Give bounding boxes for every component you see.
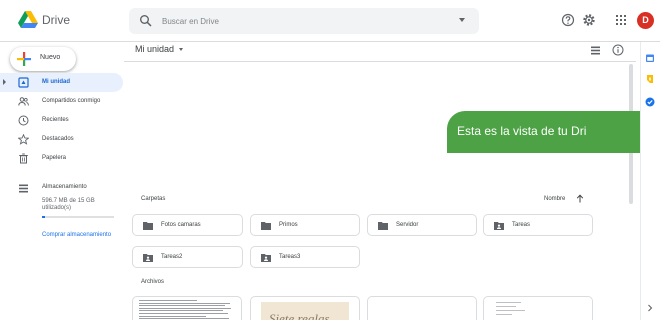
folder-card[interactable]: Tareas bbox=[483, 214, 593, 236]
shared-folder-icon bbox=[143, 254, 153, 262]
app-title[interactable]: Drive bbox=[42, 13, 70, 27]
tooltip-text: Esta es la vista de tu Dri bbox=[457, 124, 587, 138]
plus-icon bbox=[17, 52, 31, 66]
storage-icon bbox=[19, 184, 28, 193]
folder-name: Tareas2 bbox=[161, 254, 183, 260]
sidebar-item-label: Papelera bbox=[42, 155, 67, 161]
folder-card[interactable]: Primos bbox=[250, 214, 360, 236]
folder-name: Fotos camaras bbox=[161, 222, 201, 228]
list-view-icon[interactable] bbox=[590, 45, 601, 56]
image-thumbnail: Siete reglas bbox=[261, 302, 349, 320]
document-thumbnail bbox=[139, 300, 235, 320]
sort-label[interactable]: Nombre bbox=[544, 196, 565, 202]
folder-card[interactable]: Tareas2 bbox=[132, 246, 243, 268]
keep-icon[interactable] bbox=[645, 74, 655, 84]
storage-bar bbox=[42, 216, 114, 218]
sidebar-nav: Mi unidad Compartidos conmigo Recientes … bbox=[0, 73, 124, 168]
folder-card[interactable]: Servidor bbox=[367, 214, 477, 236]
sidebar-item-label: Destacados bbox=[42, 136, 74, 142]
new-button-label: Nuevo bbox=[40, 54, 61, 61]
search-input[interactable] bbox=[162, 12, 432, 30]
search-icon[interactable] bbox=[139, 14, 153, 28]
sidebar-item-starred[interactable]: Destacados bbox=[0, 130, 123, 149]
divider bbox=[124, 61, 636, 62]
search-box[interactable] bbox=[129, 8, 479, 34]
folders-section-label: Carpetas bbox=[141, 196, 166, 202]
search-options-icon[interactable] bbox=[459, 18, 465, 22]
info-icon[interactable] bbox=[612, 44, 624, 56]
folder-card[interactable]: Fotos camaras bbox=[132, 214, 243, 236]
file-card[interactable]: Siete reglas bbox=[250, 296, 360, 320]
storage-bar-fill bbox=[42, 216, 45, 218]
chevron-right-icon[interactable] bbox=[647, 304, 653, 312]
new-button[interactable]: Nuevo bbox=[10, 47, 76, 71]
folder-card[interactable]: Tareas3 bbox=[250, 246, 360, 268]
shared-folder-icon bbox=[494, 222, 504, 230]
sidebar-item-label: Compartidos conmigo bbox=[42, 98, 101, 104]
drive-window: Drive D bbox=[0, 0, 660, 320]
file-card[interactable] bbox=[483, 296, 593, 320]
sidebar-item-label: Mi unidad bbox=[42, 79, 70, 85]
tasks-icon[interactable] bbox=[645, 97, 655, 107]
account-avatar[interactable]: D bbox=[637, 12, 654, 29]
breadcrumb[interactable]: Mi unidad bbox=[135, 44, 184, 54]
sort-arrow-up-icon[interactable] bbox=[576, 194, 584, 203]
file-card[interactable] bbox=[367, 296, 477, 320]
settings-icon[interactable] bbox=[582, 13, 596, 27]
folder-icon bbox=[261, 222, 271, 230]
folder-name: Servidor bbox=[396, 222, 419, 228]
shared-folder-icon bbox=[261, 254, 271, 262]
star-icon bbox=[18, 134, 29, 145]
sidebar-item-shared[interactable]: Compartidos conmigo bbox=[0, 92, 123, 111]
sidebar-item-recent[interactable]: Recientes bbox=[0, 111, 123, 130]
storage-usage-text: 596.7 MB de 15 GB utilizado(s) bbox=[42, 198, 95, 211]
calendar-icon[interactable] bbox=[645, 53, 655, 63]
folder-name: Tareas3 bbox=[279, 254, 301, 260]
files-section-label: Archivos bbox=[141, 279, 165, 285]
help-icon[interactable] bbox=[561, 13, 575, 27]
storage-title[interactable]: Almacenamiento bbox=[42, 184, 87, 190]
side-panel bbox=[640, 42, 660, 320]
folder-name: Tareas bbox=[512, 222, 531, 228]
clock-icon bbox=[18, 115, 29, 126]
drive-logo-icon[interactable] bbox=[18, 11, 38, 29]
thumbnail-text: Siete reglas bbox=[269, 311, 330, 320]
buy-storage-link[interactable]: Comprar almacenamiento bbox=[42, 232, 122, 239]
shared-icon bbox=[18, 97, 29, 106]
sidebar-item-trash[interactable]: Papelera bbox=[0, 149, 123, 168]
folder-icon bbox=[143, 222, 153, 230]
apps-grid-icon[interactable] bbox=[614, 13, 628, 27]
page-title[interactable]: Mi unidad bbox=[135, 44, 174, 54]
chevron-down-icon[interactable] bbox=[179, 48, 184, 52]
onboarding-tooltip: Esta es la vista de tu Dri bbox=[447, 111, 660, 153]
folder-icon bbox=[378, 222, 388, 230]
top-bar: Drive D bbox=[0, 0, 660, 42]
folder-name: Primos bbox=[279, 222, 298, 228]
scrollbar[interactable] bbox=[629, 62, 633, 320]
file-card[interactable] bbox=[132, 296, 242, 320]
trash-icon bbox=[19, 153, 28, 164]
sidebar-item-my-drive[interactable]: Mi unidad bbox=[0, 73, 123, 92]
expand-arrow-icon[interactable] bbox=[3, 79, 6, 85]
my-drive-icon bbox=[18, 77, 29, 88]
document-thumbnail bbox=[496, 302, 532, 318]
sidebar-item-label: Recientes bbox=[42, 117, 69, 123]
